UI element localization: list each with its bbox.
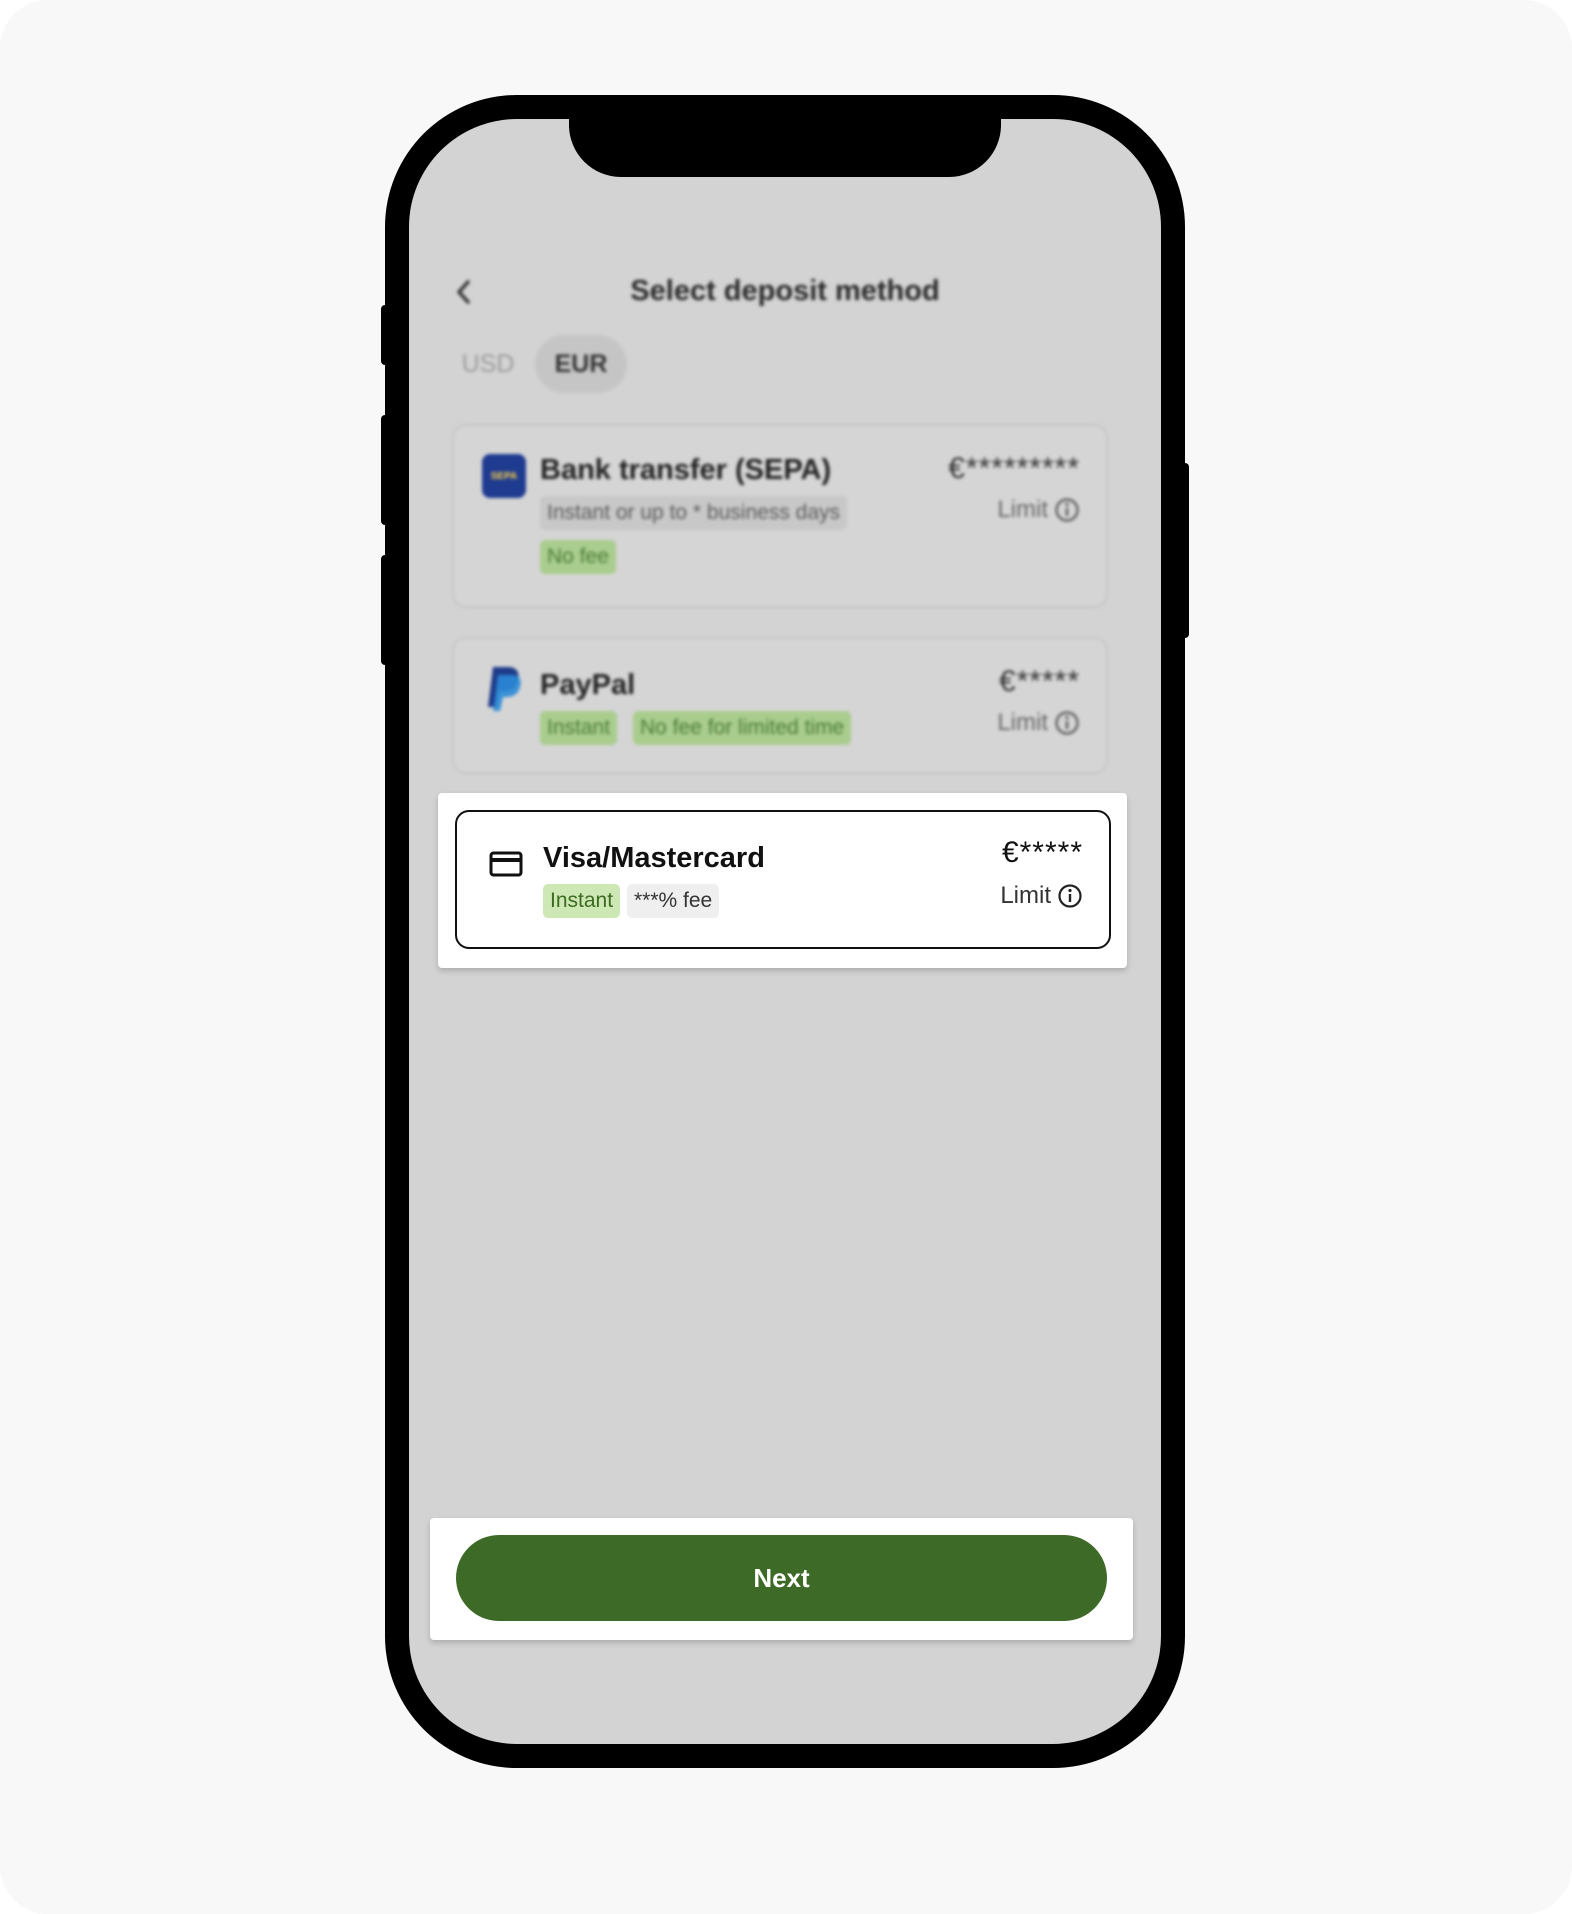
phone-mute-switch — [381, 305, 389, 365]
tag-processing-time: Instant or up to * business days — [540, 496, 848, 530]
tag-processing-time: Instant — [543, 884, 621, 918]
method-name: Bank transfer (SEPA) — [540, 454, 832, 486]
limit-label: Limit — [997, 496, 1048, 523]
limit-amount: €***** — [1001, 836, 1083, 869]
next-button-frame: Next — [430, 1518, 1133, 1640]
highlight-frame: Visa/Mastercard Instant ***% fee €***** … — [438, 793, 1127, 968]
tag-fee: No fee for limited time — [633, 711, 852, 745]
method-card-paypal[interactable]: PayPal Instant No fee for limited time €… — [452, 637, 1108, 774]
phone-power-button — [1181, 463, 1189, 638]
limit-info[interactable]: Limit — [997, 496, 1080, 524]
phone-volume-down — [381, 555, 389, 665]
sepa-logo: SEPA — [482, 454, 526, 498]
limit-amount: €***** — [998, 665, 1080, 698]
tab-eur[interactable]: EUR — [535, 335, 627, 393]
info-icon[interactable] — [1054, 497, 1080, 523]
sepa-logo-text: SEPA — [490, 470, 518, 482]
limit-info[interactable]: Limit — [1000, 882, 1083, 910]
method-card-visa-mastercard[interactable]: Visa/Mastercard Instant ***% fee €***** … — [455, 810, 1111, 949]
tag-fee: No fee — [540, 540, 616, 574]
paypal-logo — [488, 667, 521, 711]
page-title: Select deposit method — [630, 275, 940, 307]
tab-usd[interactable]: USD — [445, 335, 531, 393]
tag-processing-time: Instant — [540, 711, 618, 745]
limit-label: Limit — [997, 709, 1048, 736]
header: Select deposit method — [409, 259, 1161, 329]
limit-amount: €********* — [948, 452, 1080, 485]
method-card-sepa[interactable]: SEPA Bank transfer (SEPA) Instant or up … — [452, 424, 1108, 608]
credit-card-icon — [489, 851, 523, 877]
phone-volume-up — [381, 415, 389, 525]
method-name: PayPal — [540, 669, 636, 701]
notch — [569, 119, 1001, 177]
tag-fee: ***% fee — [627, 884, 720, 918]
info-icon[interactable] — [1057, 883, 1083, 909]
method-name: Visa/Mastercard — [543, 842, 765, 874]
info-icon[interactable] — [1054, 710, 1080, 736]
limit-info[interactable]: Limit — [997, 709, 1080, 737]
background: Select deposit method USD EUR SEPA Bank … — [0, 0, 1572, 1914]
next-button[interactable]: Next — [456, 1535, 1107, 1621]
limit-label: Limit — [1000, 882, 1051, 909]
